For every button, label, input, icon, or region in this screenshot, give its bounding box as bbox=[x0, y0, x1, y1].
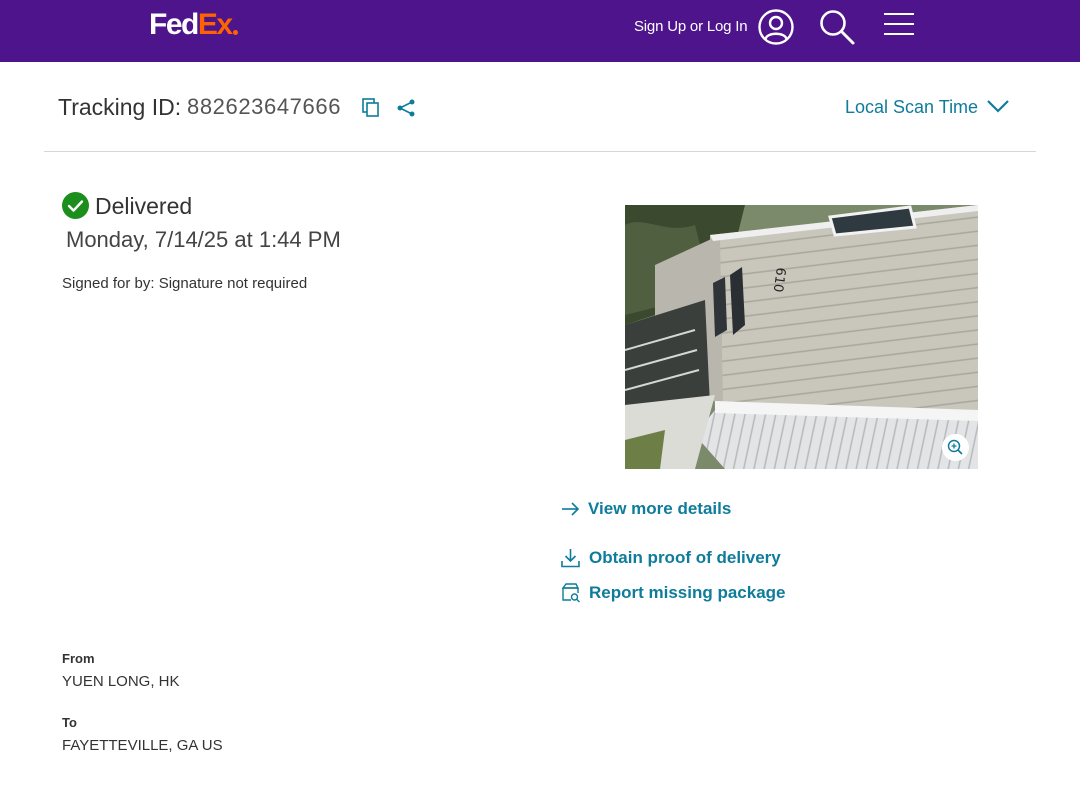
copy-icon[interactable] bbox=[362, 98, 380, 118]
logo-dot bbox=[232, 30, 238, 35]
download-icon bbox=[561, 549, 580, 568]
check-circle-icon bbox=[62, 192, 89, 219]
arrow-right-icon bbox=[562, 502, 580, 516]
delivery-date: Monday, 7/14/25 at 1:44 PM bbox=[66, 227, 341, 252]
local-scan-time-toggle[interactable]: Local Scan Time bbox=[845, 96, 978, 118]
logo-fed: Fed bbox=[149, 8, 199, 41]
from-label: From bbox=[62, 651, 95, 666]
zoom-in-icon[interactable] bbox=[942, 434, 969, 461]
top-header: FedEx Sign Up or Log In bbox=[0, 0, 1080, 62]
to-location: FAYETTEVILLE, GA US bbox=[62, 737, 223, 754]
user-icon[interactable] bbox=[757, 8, 795, 46]
delivery-photo-image: 610 bbox=[625, 205, 978, 469]
signed-for-text: Signed for by: Signature not required bbox=[62, 275, 308, 292]
tracking-id-label: Tracking ID: bbox=[58, 94, 182, 120]
sign-in-link[interactable]: Sign Up or Log In bbox=[634, 17, 748, 37]
obtain-proof-of-delivery-link[interactable]: Obtain proof of delivery bbox=[589, 547, 781, 569]
view-more-details-link[interactable]: View more details bbox=[588, 498, 731, 520]
logo-ex: Ex bbox=[197, 8, 233, 41]
delivery-status: Delivered bbox=[95, 193, 193, 219]
menu-icon[interactable] bbox=[883, 11, 915, 39]
to-label: To bbox=[62, 715, 77, 730]
tracking-number: 882623647666 bbox=[187, 94, 342, 119]
package-search-icon bbox=[561, 583, 580, 603]
report-missing-package-link[interactable]: Report missing package bbox=[589, 582, 786, 604]
fedex-logo[interactable]: FedEx bbox=[149, 8, 238, 42]
search-icon[interactable] bbox=[818, 8, 856, 46]
share-icon[interactable] bbox=[396, 98, 416, 118]
from-location: YUEN LONG, HK bbox=[62, 673, 180, 690]
chevron-down-icon[interactable] bbox=[986, 98, 1010, 114]
delivery-photo[interactable]: 610 bbox=[625, 205, 978, 469]
divider bbox=[44, 151, 1036, 152]
